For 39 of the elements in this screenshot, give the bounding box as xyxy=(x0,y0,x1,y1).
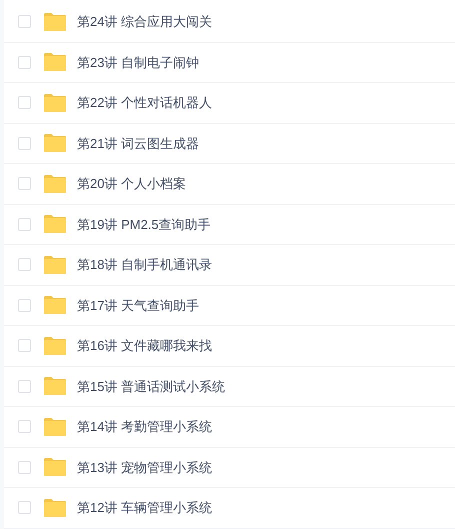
file-name[interactable]: 第16讲 文件藏哪我来找 xyxy=(77,336,212,356)
folder-icon xyxy=(43,254,67,275)
file-name[interactable]: 第22讲 个性对话机器人 xyxy=(77,93,212,112)
checkbox[interactable] xyxy=(18,177,31,190)
file-name[interactable]: 第24讲 综合应用大闯关 xyxy=(77,12,212,32)
file-name[interactable]: 第17讲 天气查询助手 xyxy=(77,296,200,315)
checkbox[interactable] xyxy=(18,298,31,312)
checkbox[interactable] xyxy=(18,380,31,393)
file-name[interactable]: 第21讲 词云图生成器 xyxy=(77,134,200,153)
checkbox[interactable] xyxy=(18,136,31,150)
folder-icon xyxy=(43,376,67,396)
checkbox[interactable] xyxy=(18,56,31,69)
folder-icon xyxy=(43,336,67,356)
checkbox[interactable] xyxy=(18,15,31,28)
checkbox[interactable] xyxy=(18,339,31,352)
folder-icon xyxy=(43,52,67,72)
folder-icon xyxy=(43,214,67,234)
file-name[interactable]: 第12讲 车辆管理小系统 xyxy=(77,498,212,518)
checkbox[interactable] xyxy=(18,258,31,272)
file-name[interactable]: 第13讲 宠物管理小系统 xyxy=(77,458,212,477)
file-name[interactable]: 第18讲 自制手机通讯录 xyxy=(77,255,212,274)
folder-icon xyxy=(43,92,67,113)
file-name[interactable]: 第14讲 考勤管理小系统 xyxy=(77,417,212,436)
folder-icon xyxy=(43,174,67,194)
folder-icon xyxy=(43,12,67,32)
folder-icon xyxy=(43,416,67,437)
folder-icon xyxy=(43,457,67,478)
folder-icon xyxy=(43,498,67,518)
checkbox[interactable] xyxy=(18,96,31,110)
folder-icon xyxy=(43,133,67,154)
file-name[interactable]: 第20讲 个人小档案 xyxy=(77,174,186,194)
file-name[interactable]: 第15讲 普通话测试小系统 xyxy=(77,376,226,396)
checkbox[interactable] xyxy=(18,218,31,231)
checkbox[interactable] xyxy=(18,501,31,514)
checkbox[interactable] xyxy=(18,420,31,434)
file-name[interactable]: 第19讲 PM2.5查询助手 xyxy=(77,214,211,234)
checkbox[interactable] xyxy=(18,460,31,474)
file-name[interactable]: 第23讲 自制电子闹钟 xyxy=(77,52,200,72)
folder-icon xyxy=(43,295,67,316)
